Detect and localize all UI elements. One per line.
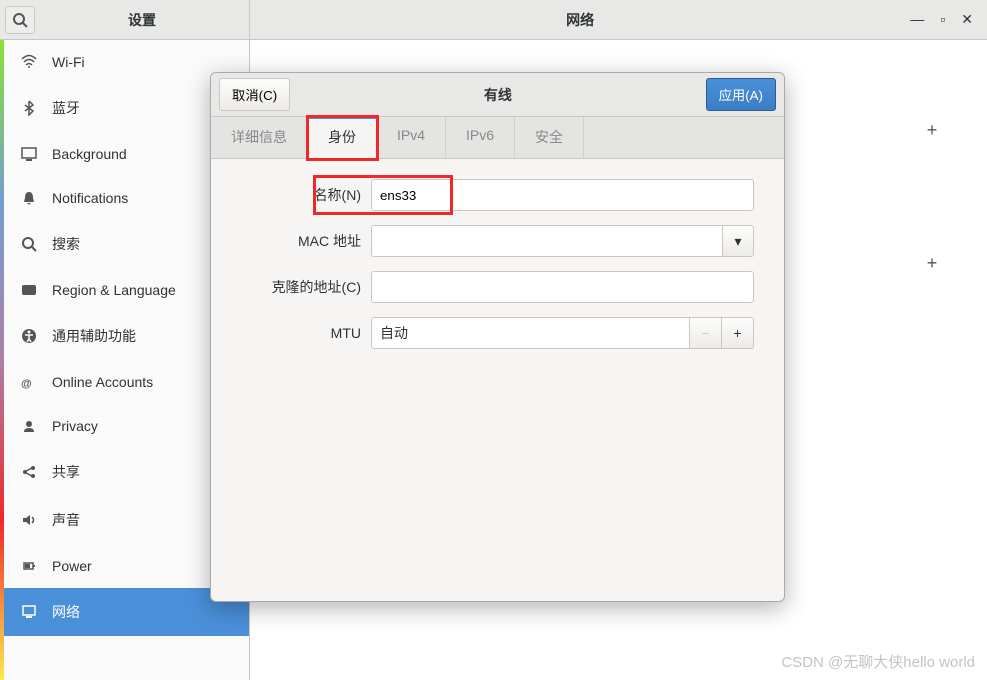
dialog-header: 取消(C) 有线 应用(A)	[211, 73, 784, 117]
mac-select[interactable]: ▾	[371, 225, 754, 257]
tab-ipv6[interactable]: IPv6	[446, 117, 515, 158]
connection-dialog: 取消(C) 有线 应用(A) 详细信息 身份 IPv4 IPv6 安全 名称(N…	[210, 72, 785, 602]
mtu-increase-button[interactable]: +	[722, 317, 754, 349]
clone-label: 克隆的地址(C)	[241, 277, 371, 297]
clone-input[interactable]	[371, 271, 754, 303]
dialog-tabs: 详细信息 身份 IPv4 IPv6 安全	[211, 117, 784, 159]
dialog-title: 有线	[290, 85, 705, 105]
mtu-decrease-button[interactable]: −	[690, 317, 722, 349]
cancel-button[interactable]: 取消(C)	[219, 78, 290, 111]
apply-button[interactable]: 应用(A)	[706, 78, 776, 111]
mac-label: MAC 地址	[241, 231, 371, 251]
tab-identity[interactable]: 身份	[308, 117, 377, 159]
name-input[interactable]	[371, 179, 754, 211]
tab-security[interactable]: 安全	[515, 117, 584, 158]
mac-value	[371, 225, 722, 257]
dialog-backdrop: 取消(C) 有线 应用(A) 详细信息 身份 IPv4 IPv6 安全 名称(N…	[0, 0, 987, 680]
tab-ipv4[interactable]: IPv4	[377, 117, 446, 158]
name-label: 名称(N)	[241, 185, 371, 205]
watermark: CSDN @无聊大侠hello world	[781, 651, 975, 672]
chevron-down-icon: ▾	[722, 225, 754, 257]
tab-details[interactable]: 详细信息	[211, 117, 308, 158]
mtu-value[interactable]: 自动	[371, 317, 690, 349]
dialog-form: 名称(N) MAC 地址 ▾ 克隆的地址(C) MTU 自动 −	[211, 159, 784, 383]
mtu-label: MTU	[241, 325, 371, 341]
